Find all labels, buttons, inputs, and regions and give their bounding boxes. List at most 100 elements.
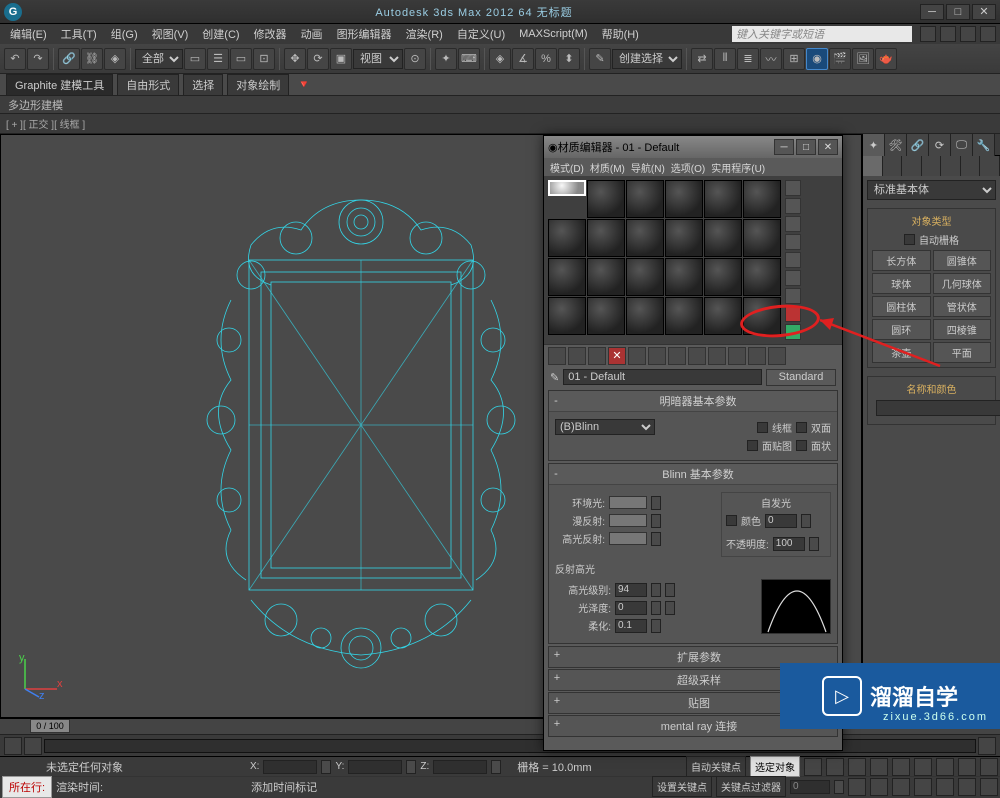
autogrid-check[interactable] [904, 234, 915, 245]
sample-slot[interactable] [626, 219, 664, 257]
diffuse-map[interactable] [651, 514, 661, 528]
cameras-subtab[interactable] [922, 156, 942, 176]
material-type-button[interactable]: Standard [766, 369, 836, 386]
mat-close[interactable]: ✕ [818, 139, 838, 155]
sample-slot[interactable] [626, 180, 664, 218]
menu-grapheditors[interactable]: 图形编辑器 [331, 24, 398, 44]
coord-y-spin[interactable] [406, 760, 416, 774]
nav-2[interactable] [936, 758, 954, 776]
help-search[interactable]: 键入关键字或短语 [732, 26, 912, 42]
display-tab[interactable]: 🖵 [951, 134, 973, 156]
mat-menu-nav[interactable]: 导航(N) [629, 160, 667, 175]
mirror-button[interactable]: ⇄ [691, 48, 713, 70]
trackbar[interactable] [0, 734, 1000, 756]
menu-animation[interactable]: 动画 [295, 24, 329, 44]
unlink-button[interactable]: ⛓ [81, 48, 103, 70]
ribbon-paint[interactable]: 对象绘制 [227, 74, 289, 96]
soften-btns[interactable] [651, 619, 661, 633]
viewport[interactable]: x y z ◉ 材质编辑器 - 01 - Default ─ □ ✕ 模式(D)… [0, 134, 862, 718]
utilities-tab[interactable]: 🔧 [973, 134, 995, 156]
ribbon-select[interactable]: 选择 [183, 74, 223, 96]
go-parent-icon[interactable] [748, 347, 766, 365]
show-end-icon[interactable] [728, 347, 746, 365]
select-rect-button[interactable]: ▭ [230, 48, 252, 70]
specular-map[interactable] [651, 532, 661, 546]
time-config[interactable] [848, 778, 866, 796]
add-time-tag[interactable]: 添加时间标记 [251, 779, 317, 795]
named-sel-button[interactable]: ✎ [589, 48, 611, 70]
mat-minimize[interactable]: ─ [774, 139, 794, 155]
select-name-button[interactable]: ☰ [207, 48, 229, 70]
bind-button[interactable]: ◈ [104, 48, 126, 70]
menu-group[interactable]: 组(G) [105, 24, 144, 44]
make-unique-icon[interactable] [648, 347, 666, 365]
lights-subtab[interactable] [902, 156, 922, 176]
blinn-rollout-head[interactable]: -Blinn 基本参数 [549, 464, 837, 485]
coord-z[interactable] [433, 760, 487, 774]
specular-swatch[interactable] [609, 532, 647, 545]
ref-coord[interactable]: 视图 [353, 49, 403, 69]
menu-maxscript[interactable]: MAXScript(M) [513, 26, 593, 42]
category-dropdown[interactable]: 标准基本体 [867, 180, 996, 200]
viewport-label[interactable]: [ + ][ 正交 ][ 线框 ] [0, 114, 1000, 134]
mat-menu-util[interactable]: 实用程序(U) [709, 160, 767, 175]
curve-editor-button[interactable]: 〰 [760, 48, 782, 70]
backlight-icon[interactable] [785, 198, 801, 214]
shader-rollout-head[interactable]: -明暗器基本参数 [549, 391, 837, 412]
menu-view[interactable]: 视图(V) [146, 24, 195, 44]
diffuse-swatch[interactable] [609, 514, 647, 527]
mat-menu-options[interactable]: 选项(O) [669, 160, 707, 175]
maximize-button[interactable]: □ [946, 4, 970, 20]
opacity-spin-btns[interactable] [809, 537, 819, 551]
angle-snap-button[interactable]: ∡ [512, 48, 534, 70]
opacity-spin[interactable]: 100 [773, 537, 805, 551]
put-to-lib-icon[interactable] [668, 347, 686, 365]
render-button[interactable]: 🫖 [875, 48, 897, 70]
comm-icon[interactable] [940, 26, 956, 42]
prim-teapot[interactable]: 茶壶 [872, 342, 931, 363]
sample-slot[interactable] [587, 258, 625, 296]
listener-icon[interactable] [24, 759, 42, 775]
prim-pyramid[interactable]: 四棱锥 [933, 319, 992, 340]
lock-icon[interactable] [230, 759, 246, 775]
sample-slot[interactable] [626, 297, 664, 335]
set-key-button[interactable]: 设置关键点 [652, 776, 712, 797]
faceted-check[interactable] [796, 440, 807, 451]
space-subtab[interactable] [961, 156, 981, 176]
track-mini-1[interactable] [4, 737, 22, 755]
selfillum-spin-btns[interactable] [801, 514, 811, 528]
prim-torus[interactable]: 圆环 [872, 319, 931, 340]
prim-cylinder[interactable]: 圆柱体 [872, 296, 931, 317]
gloss-btns[interactable] [651, 601, 661, 615]
move-button[interactable]: ✥ [284, 48, 306, 70]
sub-ribbon[interactable]: 多边形建模 [0, 96, 1000, 114]
sample-slot[interactable] [548, 258, 586, 296]
ambient-swatch[interactable] [609, 496, 647, 509]
prim-plane[interactable]: 平面 [933, 342, 992, 363]
prim-sphere[interactable]: 球体 [872, 273, 931, 294]
named-sel-set[interactable]: 创建选择集 [612, 49, 682, 69]
sample-slot[interactable] [704, 219, 742, 257]
options-icon[interactable] [785, 288, 801, 304]
selection-filter[interactable]: 全部 [135, 49, 183, 69]
prim-geosphere[interactable]: 几何球体 [933, 273, 992, 294]
mat-menu-material[interactable]: 材质(M) [588, 160, 627, 175]
sample-slot[interactable] [743, 180, 781, 218]
layers-button[interactable]: ≣ [737, 48, 759, 70]
soften-spin[interactable]: 0.1 [615, 619, 647, 633]
prim-box[interactable]: 长方体 [872, 250, 931, 271]
scale-button[interactable]: ▣ [330, 48, 352, 70]
sample-slot[interactable] [743, 297, 781, 335]
ambient-map[interactable] [651, 496, 661, 510]
menu-customize[interactable]: 自定义(U) [451, 24, 511, 44]
prim-cone[interactable]: 圆锥体 [933, 250, 992, 271]
help-icon[interactable] [980, 26, 996, 42]
sample-uv-icon[interactable] [785, 234, 801, 250]
shader-select[interactable]: (B)Blinn [555, 419, 655, 435]
minimize-button[interactable]: ─ [920, 4, 944, 20]
coord-x[interactable] [263, 760, 317, 774]
sample-slot[interactable] [587, 297, 625, 335]
fav-icon[interactable] [960, 26, 976, 42]
nav-1[interactable] [914, 758, 932, 776]
sample-slot[interactable] [587, 219, 625, 257]
